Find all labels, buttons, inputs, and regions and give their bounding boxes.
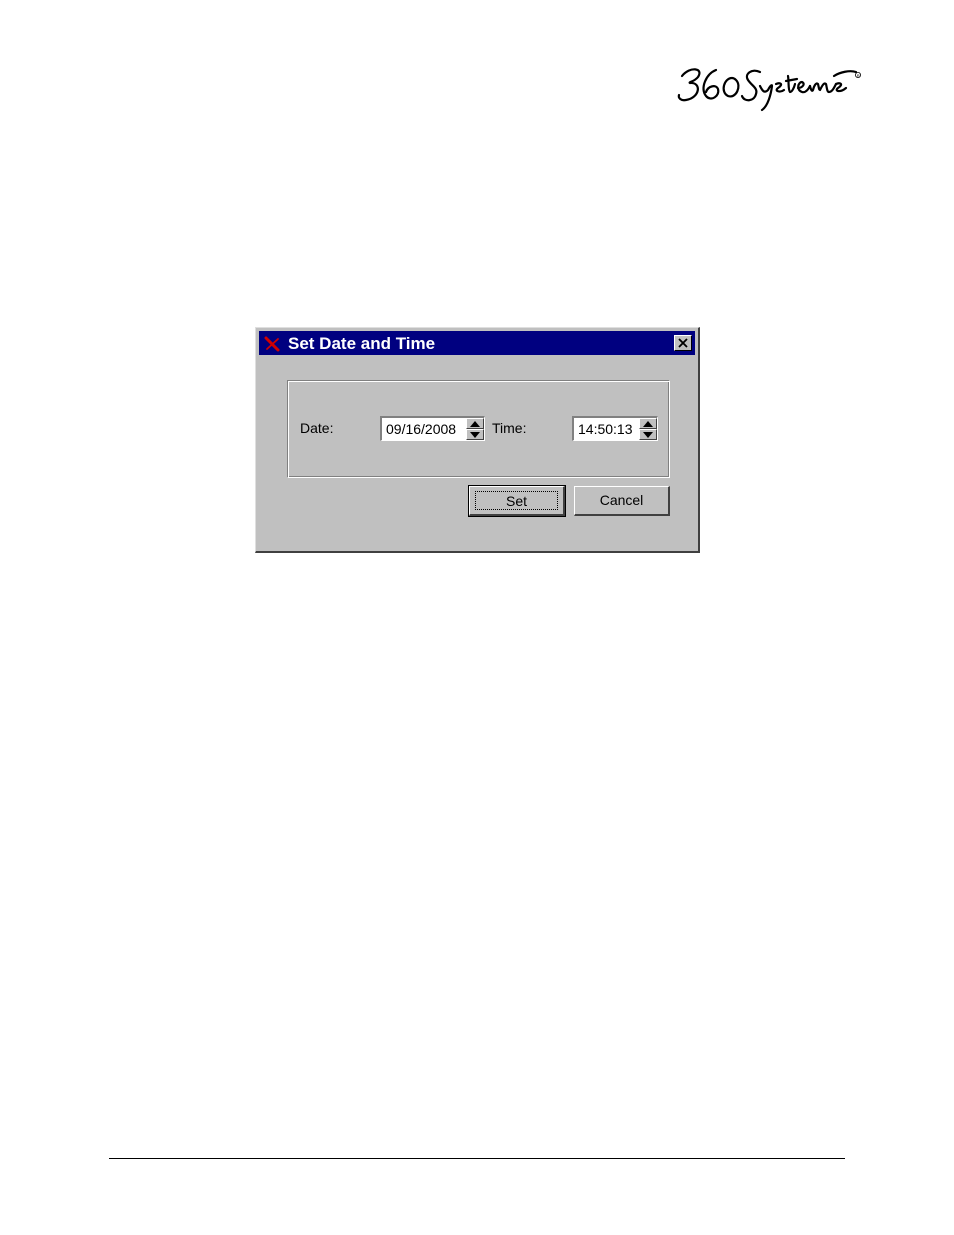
cancel-button[interactable]: Cancel: [574, 486, 670, 516]
date-value[interactable]: 09/16/2008: [386, 421, 456, 437]
date-time-group: Date: 09/16/2008 Time: 14:50:13: [287, 380, 670, 478]
red-x-icon: [264, 336, 280, 352]
arrow-down-icon: [643, 432, 653, 438]
time-label: Time:: [492, 420, 527, 436]
arrow-up-icon: [643, 421, 653, 427]
close-icon: [678, 338, 688, 348]
date-label: Date:: [300, 420, 334, 436]
set-button[interactable]: Set: [468, 485, 566, 517]
time-value[interactable]: 14:50:13: [578, 421, 633, 437]
arrow-up-icon: [470, 421, 480, 427]
time-spin-down-button[interactable]: [639, 429, 657, 440]
set-date-time-dialog: Set Date and Time Date: 09/16/2008 Time:…: [255, 327, 700, 553]
arrow-down-icon: [470, 432, 480, 438]
time-spin-up-button[interactable]: [639, 418, 657, 429]
close-button[interactable]: [674, 335, 692, 351]
date-spinner[interactable]: 09/16/2008: [380, 416, 485, 441]
dialog-title-bar[interactable]: Set Date and Time: [259, 331, 695, 355]
set-button-label: Set: [475, 491, 558, 510]
date-spin-up-button[interactable]: [466, 418, 484, 429]
date-spin-down-button[interactable]: [466, 429, 484, 440]
360-systems-logo: R: [676, 62, 862, 114]
time-spinner[interactable]: 14:50:13: [572, 416, 658, 441]
time-spin-buttons: [639, 418, 657, 440]
dialog-title: Set Date and Time: [288, 334, 436, 353]
date-spin-buttons: [466, 418, 484, 440]
footer-rule: [109, 1158, 845, 1159]
svg-text:R: R: [857, 73, 860, 78]
